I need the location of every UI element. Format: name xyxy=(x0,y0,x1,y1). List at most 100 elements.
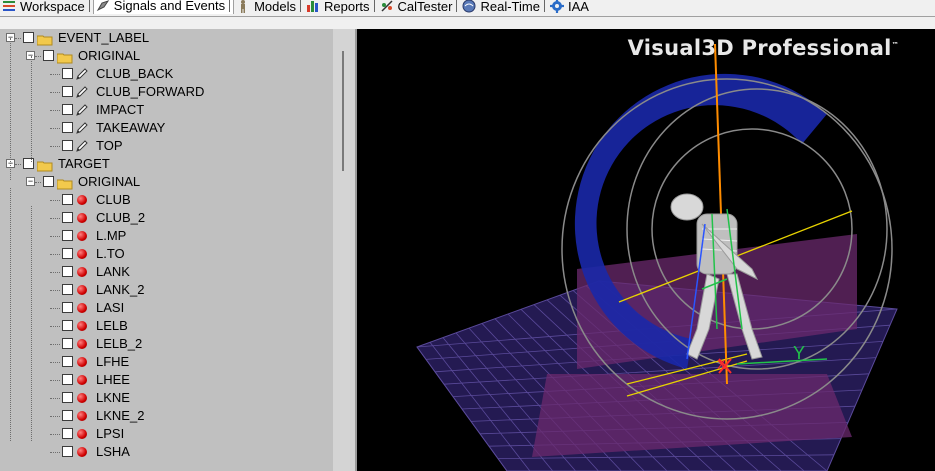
tree-connector xyxy=(50,128,60,129)
tab-caltester[interactable]: CalTester xyxy=(378,0,461,14)
tree-connector xyxy=(10,38,11,180)
tree-connector xyxy=(50,398,60,399)
tree-label: EVENT_LABEL xyxy=(58,30,150,45)
tab-iaa[interactable]: IAA xyxy=(548,0,592,14)
tree-item-marker[interactable]: LELB_2 xyxy=(0,335,333,353)
tree-connector xyxy=(50,110,60,111)
collapse-toggle[interactable]: − xyxy=(26,177,35,186)
tab-reports[interactable]: Reports xyxy=(304,0,378,14)
tab-label: Real-Time xyxy=(480,0,540,14)
tree-label: CLUB_BACK xyxy=(96,66,174,81)
tab-signals-and-events[interactable]: Signals and Events xyxy=(92,0,235,14)
tree-item-event[interactable]: TAKEAWAY xyxy=(0,119,333,137)
tab-separator xyxy=(300,0,302,12)
3d-viewport[interactable]: Y X Visual3D Professional™ xyxy=(357,29,935,471)
folder-icon xyxy=(56,177,73,190)
checkbox[interactable] xyxy=(62,446,73,457)
checkbox[interactable] xyxy=(43,50,54,61)
checkbox[interactable] xyxy=(62,320,73,331)
tree-connector xyxy=(50,434,60,435)
tree-connector xyxy=(50,146,60,147)
checkbox[interactable] xyxy=(62,122,73,133)
checkbox[interactable] xyxy=(62,140,73,151)
checkbox[interactable] xyxy=(62,230,73,241)
trademark: ™ xyxy=(891,41,899,49)
realtime-icon xyxy=(462,0,476,13)
tree-connector xyxy=(50,416,60,417)
tree-item-marker[interactable]: LSHA xyxy=(0,443,333,461)
checkbox[interactable] xyxy=(62,392,73,403)
tree-connector xyxy=(50,200,60,201)
tree-node-event-label[interactable]: − EVENT_LABEL xyxy=(0,29,333,47)
tree-label: LPSI xyxy=(96,426,125,441)
tree-connector xyxy=(50,308,60,309)
tree-connector xyxy=(50,380,60,381)
marker-dot-icon xyxy=(77,213,87,223)
tree-label: LKNE_2 xyxy=(96,408,145,423)
scrollbar-thumb[interactable] xyxy=(342,51,344,171)
tree-connector xyxy=(10,188,11,441)
tree-item-event[interactable]: CLUB_BACK xyxy=(0,65,333,83)
tab-separator xyxy=(456,0,458,12)
tree-item-marker[interactable]: L.MP xyxy=(0,227,333,245)
checkbox[interactable] xyxy=(62,284,73,295)
checkbox[interactable] xyxy=(43,176,54,187)
tree-item-marker[interactable]: LKNE xyxy=(0,389,333,407)
tree-item-marker[interactable]: LANK_2 xyxy=(0,281,333,299)
tab-models[interactable]: Models xyxy=(234,0,304,14)
checkbox[interactable] xyxy=(62,212,73,223)
models-icon xyxy=(236,0,250,13)
checkbox[interactable] xyxy=(62,86,73,97)
tree-connector xyxy=(50,344,60,345)
tree-node-target[interactable]: − TARGET xyxy=(0,155,333,173)
checkbox[interactable] xyxy=(62,374,73,385)
checkbox[interactable] xyxy=(62,356,73,367)
tree-item-marker[interactable]: LPSI xyxy=(0,425,333,443)
marker-dot-icon xyxy=(77,285,87,295)
tab-label: Workspace xyxy=(20,0,85,14)
checkbox[interactable] xyxy=(62,302,73,313)
checkbox[interactable] xyxy=(23,158,34,169)
tree-item-marker[interactable]: LFHE xyxy=(0,353,333,371)
tab-separator xyxy=(373,0,375,12)
checkbox[interactable] xyxy=(62,410,73,421)
checkbox[interactable] xyxy=(62,338,73,349)
tree-label: L.TO xyxy=(96,246,125,261)
tree-label: LANK_2 xyxy=(96,282,145,297)
3d-scene: Y X xyxy=(416,43,898,471)
tree-item-event[interactable]: TOP xyxy=(0,137,333,155)
tree-node-original[interactable]: − ORIGINAL xyxy=(0,47,333,65)
tree-connector xyxy=(50,236,60,237)
checkbox[interactable] xyxy=(23,32,34,43)
signals-tree[interactable]: − EVENT_LABEL − ORIGINAL CLUB_BACK CLUB_FORWA… xyxy=(0,29,333,471)
tree-node-original[interactable]: − ORIGINAL xyxy=(0,173,333,191)
tree-item-marker[interactable]: CLUB xyxy=(0,191,333,209)
checkbox[interactable] xyxy=(62,104,73,115)
workspace-icon xyxy=(2,0,16,13)
tree-item-marker[interactable]: L.TO xyxy=(0,245,333,263)
tree-label: LANK xyxy=(96,264,130,279)
tab-workspace[interactable]: Workspace xyxy=(0,0,93,14)
checkbox[interactable] xyxy=(62,428,73,439)
tree-item-event[interactable]: IMPACT xyxy=(0,101,333,119)
checkbox[interactable] xyxy=(62,266,73,277)
tab-real-time[interactable]: Real-Time xyxy=(460,0,547,14)
tree-label: LELB_2 xyxy=(96,336,143,351)
checkbox[interactable] xyxy=(62,248,73,259)
tree-item-marker[interactable]: LELB xyxy=(0,317,333,335)
tree-item-event[interactable]: CLUB_FORWARD xyxy=(0,83,333,101)
tree-item-marker[interactable]: CLUB_2 xyxy=(0,209,333,227)
tree-scrollbar[interactable] xyxy=(333,29,355,471)
checkbox[interactable] xyxy=(62,68,73,79)
folder-icon xyxy=(56,51,73,64)
tree-connector xyxy=(15,38,21,39)
tree-item-marker[interactable]: LHEE xyxy=(0,371,333,389)
marker-dot-icon xyxy=(77,249,87,259)
tree-item-marker[interactable]: LANK xyxy=(0,263,333,281)
checkbox[interactable] xyxy=(62,194,73,205)
tree-connector xyxy=(31,56,32,162)
tree-item-marker[interactable]: LKNE_2 xyxy=(0,407,333,425)
folder-icon xyxy=(36,33,53,46)
marker-dot-icon xyxy=(77,357,87,367)
tree-item-marker[interactable]: LASI xyxy=(0,299,333,317)
